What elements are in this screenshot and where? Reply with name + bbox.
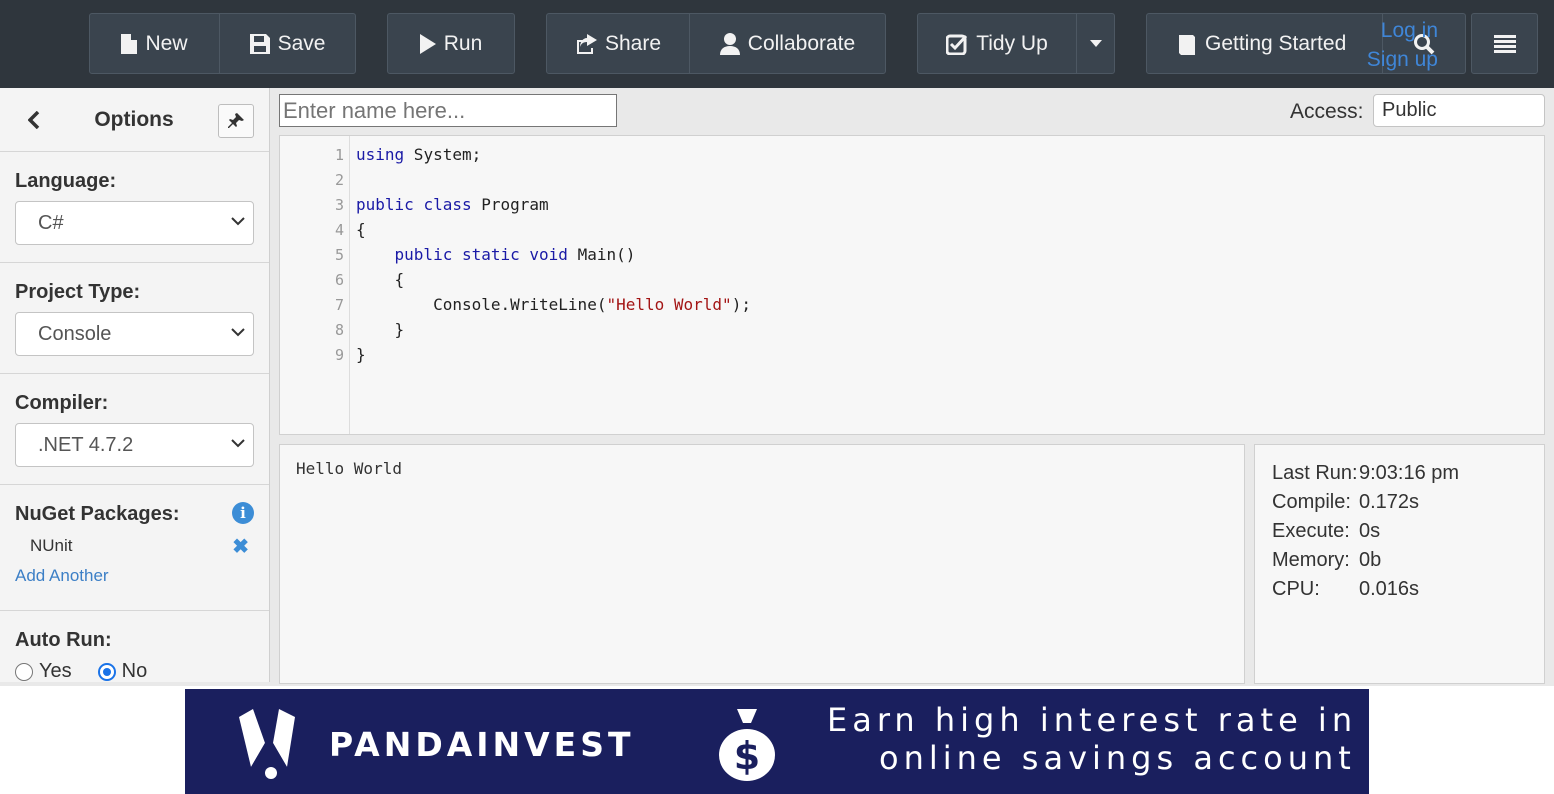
auto-run-section: Auto Run: Yes No	[0, 611, 269, 682]
sidebar-header: Options	[0, 88, 269, 152]
log-in-link[interactable]: Log in	[1356, 16, 1438, 45]
stat-row: Memory: 0b	[1272, 549, 1381, 572]
stat-row: Execute: 0s	[1272, 520, 1380, 543]
share-button[interactable]: Share	[546, 13, 690, 74]
auto-run-label: Auto Run:	[15, 629, 112, 651]
share-icon	[576, 33, 597, 54]
line-number: 5	[334, 246, 344, 264]
output-panel: Hello World	[279, 444, 1245, 684]
nuget-section: NuGet Packages: i NUnit ✖ Add Another	[0, 485, 269, 611]
tidy-up-button[interactable]: Tidy Up	[917, 13, 1077, 74]
fiddle-name-input[interactable]	[279, 94, 617, 127]
info-icon[interactable]: i	[232, 502, 254, 524]
auto-run-options: Yes No	[15, 660, 254, 682]
save-button[interactable]: Save	[219, 13, 356, 74]
stat-row: Last Run: 9:03:16 pm	[1272, 462, 1459, 485]
stat-label: CPU:	[1272, 578, 1320, 600]
chevron-down-icon	[231, 439, 245, 448]
line-number-gutter: 1 2 3 4 5 6 7 8 9	[280, 136, 350, 434]
run-button[interactable]: Run	[387, 13, 515, 74]
stat-row: Compile: 0.172s	[1272, 491, 1419, 514]
line-number: 8	[334, 321, 344, 339]
language-select[interactable]: C#	[15, 201, 254, 245]
project-type-section: Project Type: Console	[0, 263, 269, 374]
ad-headline-line-1: Earn high interest rate in	[827, 701, 1358, 739]
options-sidebar: Options Language: C# Project Type: Conso…	[0, 88, 270, 682]
check-square-icon	[946, 34, 968, 55]
line-number: 1	[334, 146, 344, 164]
compiler-section: Compiler: .NET 4.7.2	[0, 374, 269, 485]
tidy-up-dropdown-button[interactable]	[1076, 13, 1115, 74]
ad-headline-line-2: online savings account	[879, 739, 1356, 777]
hamburger-menu-icon	[1493, 34, 1516, 53]
book-icon	[1179, 34, 1195, 55]
stat-label: Last Run:	[1272, 462, 1358, 484]
language-section: Language: C#	[0, 152, 269, 263]
compiler-label: Compiler:	[15, 392, 109, 414]
getting-started-button[interactable]: Getting Started	[1146, 13, 1383, 74]
line-number: 2	[334, 171, 344, 189]
add-another-package-link[interactable]: Add Another	[15, 566, 254, 586]
compiler-select[interactable]: .NET 4.7.2	[15, 423, 254, 467]
access-select[interactable]: Public	[1373, 94, 1545, 127]
file-icon	[121, 33, 138, 54]
auto-run-yes-radio[interactable]	[15, 662, 33, 681]
output-text: Hello World	[296, 459, 402, 478]
nuget-label: NuGet Packages:	[15, 503, 180, 525]
code-line: public class Program	[356, 195, 549, 214]
line-number: 4	[334, 221, 344, 239]
stat-row: CPU: 0.016s	[1272, 578, 1419, 601]
play-icon	[419, 33, 436, 54]
project-type-label: Project Type:	[15, 281, 141, 303]
project-type-select[interactable]: Console	[15, 312, 254, 356]
code-line: {	[356, 220, 366, 239]
code-line: public static void Main()	[394, 245, 636, 264]
ad-brand-name: PANDAINVEST	[329, 725, 635, 764]
caret-down-icon	[1089, 39, 1102, 47]
run-stats-panel: Last Run: 9:03:16 pm Compile: 0.172s Execute…	[1254, 444, 1545, 684]
line-number: 9	[334, 346, 344, 364]
ad-banner-area: PANDAINVEST $ Earn high interest rate in…	[0, 686, 1554, 794]
chevron-down-icon	[231, 328, 245, 337]
stat-value: 0b	[1359, 549, 1382, 571]
language-label: Language:	[15, 170, 117, 192]
stat-label: Memory:	[1272, 549, 1350, 571]
pin-sidebar-button[interactable]	[218, 104, 254, 138]
code-line: {	[356, 270, 405, 289]
svg-text:$: $	[734, 734, 760, 778]
access-label: Access:	[1290, 100, 1364, 123]
new-button[interactable]: New	[89, 13, 220, 74]
pandainvest-logo-icon	[239, 709, 295, 779]
code-line: using System;	[356, 145, 482, 164]
auto-run-no-radio[interactable]	[97, 662, 116, 681]
stat-value: 0.016s	[1359, 578, 1420, 600]
chevron-down-icon	[231, 217, 245, 226]
line-number: 6	[334, 271, 344, 289]
menu-button[interactable]	[1471, 13, 1538, 74]
stat-value: 9:03:16 pm	[1359, 462, 1460, 484]
code-editor[interactable]: 1 2 3 4 5 6 7 8 9 using System; public class Prog…	[279, 135, 1545, 435]
code-line: }	[356, 320, 405, 339]
line-number: 7	[334, 296, 344, 314]
floppy-disk-icon	[249, 33, 270, 54]
sign-up-link[interactable]: Sign up	[1356, 45, 1438, 74]
stat-value: 0s	[1359, 520, 1381, 542]
stat-label: Execute:	[1272, 520, 1350, 542]
money-bag-icon: $	[719, 709, 775, 781]
nuget-package-item: NUnit ✖	[30, 534, 249, 559]
stat-value: 0.172s	[1359, 491, 1420, 513]
code-line: }	[356, 345, 366, 364]
ad-banner[interactable]: PANDAINVEST $ Earn high interest rate in…	[185, 689, 1369, 794]
pin-icon	[228, 113, 244, 128]
top-toolbar: New Save Run Share Collaborate Tidy Up G…	[0, 0, 1554, 88]
line-number: 3	[334, 196, 344, 214]
account-links: Log in Sign up	[1356, 16, 1438, 74]
user-icon	[719, 32, 740, 55]
stat-label: Compile:	[1272, 491, 1351, 513]
remove-package-icon[interactable]: ✖	[232, 534, 249, 559]
collaborate-button[interactable]: Collaborate	[689, 13, 886, 74]
code-line: Console.WriteLine("Hello World");	[356, 295, 751, 314]
